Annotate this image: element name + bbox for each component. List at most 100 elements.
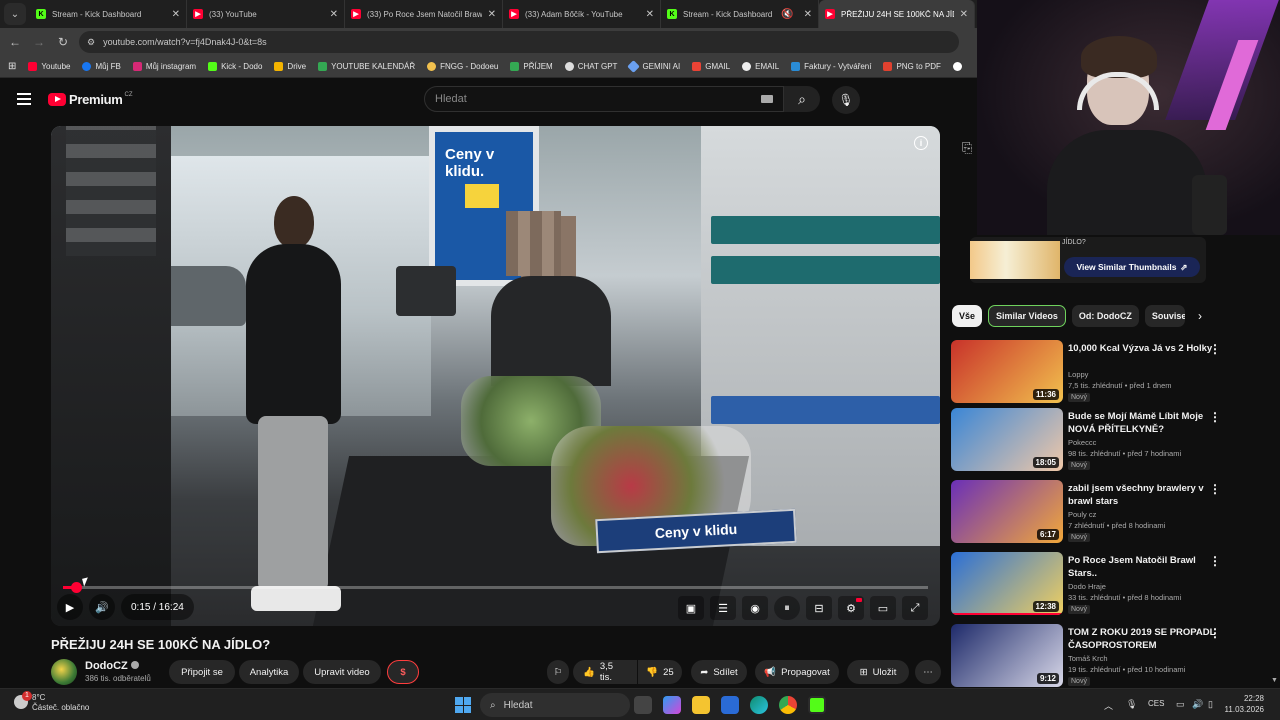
- youtube-premium-logo[interactable]: Premium CZ: [48, 92, 133, 107]
- close-tab-icon[interactable]: ✕: [804, 9, 812, 20]
- bookmark-png-pdf[interactable]: PNG to PDF: [883, 62, 941, 71]
- pause-icon[interactable]: ⏸: [774, 596, 800, 620]
- more-options-icon[interactable]: ⋮: [1209, 482, 1221, 496]
- volume-icon[interactable]: 🔊: [1192, 699, 1203, 710]
- recommendation-channel[interactable]: Dodo Hraje: [1068, 582, 1106, 591]
- close-tab-icon[interactable]: ✕: [646, 9, 654, 20]
- search-input[interactable]: Hledat: [424, 86, 784, 112]
- reload-icon[interactable]: ↻: [51, 35, 75, 49]
- more-options-icon[interactable]: ⋮: [1209, 410, 1221, 424]
- bookmark-chatgpt[interactable]: CHAT GPT: [564, 62, 617, 71]
- dollar-button[interactable]: $: [387, 660, 419, 684]
- language-indicator[interactable]: CES: [1148, 699, 1164, 708]
- recommendation-item[interactable]: 18:05 Bude se Mojí Mámě Líbit Moje NOVÁ P…: [951, 408, 1226, 474]
- bookmark-email[interactable]: EMAIL: [742, 62, 779, 71]
- clock[interactable]: 22:28 11.03.2026: [1225, 693, 1264, 715]
- browser-tab[interactable]: ▶ (33) Po Roce Jsem Natočil Braw ✕: [345, 0, 503, 28]
- promote-button[interactable]: 📢 Propagovat: [755, 660, 839, 684]
- edge-icon[interactable]: [750, 696, 768, 714]
- share-button[interactable]: ➦ Sdílet: [691, 660, 747, 684]
- recommendation-title[interactable]: Po Roce Jsem Natočil Brawl Stars..: [1068, 554, 1218, 580]
- back-icon[interactable]: ←: [3, 35, 27, 49]
- video-thumbnail[interactable]: 11:36: [951, 340, 1063, 403]
- apps-icon[interactable]: ⊞: [8, 61, 16, 72]
- recommendation-item[interactable]: 6:17 zabil jsem všechny brawlery v brawl …: [951, 480, 1226, 546]
- bookmark-youtube[interactable]: Youtube: [28, 62, 70, 71]
- browser-tab[interactable]: ▶ (33) Adam Bőčík - YouTube ✕: [503, 0, 661, 28]
- theater-mode-icon[interactable]: ▭: [870, 596, 896, 620]
- chip-from-channel[interactable]: Od: DodoCZ: [1071, 305, 1139, 327]
- dislike-button[interactable]: 👎 25: [638, 660, 682, 684]
- video-player[interactable]: Ceny v klidu. Ceny v klidu i ▶ 🔊 0:15 / …: [51, 126, 940, 626]
- store-icon[interactable]: [721, 696, 739, 714]
- thumbnail-icon[interactable]: ▣: [678, 596, 704, 620]
- more-options-icon[interactable]: ⋮: [1209, 626, 1221, 640]
- chevron-right-icon[interactable]: ›: [1198, 309, 1202, 323]
- browser-tab[interactable]: ▶ (33) YouTube ✕: [187, 0, 345, 28]
- bookmark-calendar[interactable]: YOUTUBE KALENDÁŘ: [318, 62, 415, 71]
- screenshot-icon[interactable]: ◉: [742, 596, 768, 620]
- keyboard-icon[interactable]: [761, 95, 773, 103]
- bookmark-income[interactable]: PŘÍJEM: [510, 62, 553, 71]
- fullscreen-icon[interactable]: ⤢: [902, 596, 928, 620]
- edit-video-button[interactable]: Upravit video: [303, 660, 381, 684]
- bookmark-invoices[interactable]: Faktury - Vytváření: [791, 62, 871, 71]
- save-button[interactable]: ⊞ Uložit: [847, 660, 909, 684]
- mute-tab-icon[interactable]: 🔇: [781, 9, 793, 20]
- chip-related[interactable]: Souvise: [1144, 305, 1185, 327]
- settings-icon[interactable]: ⚙: [838, 596, 864, 620]
- task-view-icon[interactable]: [634, 696, 652, 714]
- join-button[interactable]: Připojit se: [169, 660, 235, 684]
- recommendation-channel[interactable]: Pokeccc: [1068, 438, 1096, 447]
- chrome-icon[interactable]: [779, 696, 797, 714]
- weather-widget[interactable]: 1 8°C Částeč. oblačno: [10, 691, 89, 713]
- more-actions-icon[interactable]: ⋯: [915, 660, 941, 684]
- recommendation-item[interactable]: 9:12 TOM Z ROKU 2019 SE PROPADL ČASOPROST…: [951, 624, 1226, 690]
- transcript-icon[interactable]: ☰: [710, 596, 736, 620]
- battery-icon[interactable]: ▯: [1208, 699, 1213, 710]
- recommendation-item[interactable]: 11:36 10,000 Kcal Výzva Já vs 2 Holky Lopp…: [951, 340, 1226, 406]
- progress-bar[interactable]: [63, 582, 928, 593]
- bookmark-more[interactable]: [952, 62, 966, 71]
- video-thumbnail[interactable]: 9:12: [951, 624, 1063, 687]
- tab-search-button[interactable]: ⌄: [4, 3, 26, 25]
- browser-tab[interactable]: K Stream - Kick Dashboard ✕: [30, 0, 187, 28]
- channel-name[interactable]: DodoCZ: [85, 660, 139, 672]
- video-thumbnail[interactable]: 6:17: [951, 480, 1063, 543]
- bookmark-fngg[interactable]: FNGG - Dodoeu: [427, 62, 498, 71]
- windows-start-icon[interactable]: [455, 697, 471, 713]
- like-button[interactable]: 👍 3,5 tis.: [573, 660, 637, 684]
- copilot-icon[interactable]: [663, 696, 681, 714]
- site-info-icon[interactable]: ⚙: [87, 37, 95, 48]
- recommendation-title[interactable]: Bude se Mojí Mámě Líbit Moje NOVÁ PŘÍTEL…: [1068, 410, 1218, 436]
- close-tab-icon[interactable]: ✕: [488, 9, 496, 20]
- view-similar-thumbnails-button[interactable]: View Similar Thumbnails ⇗: [1064, 257, 1200, 277]
- more-options-icon[interactable]: ⋮: [1209, 554, 1221, 568]
- subtitles-icon[interactable]: ⊟: [806, 596, 832, 620]
- recommendation-channel[interactable]: Loppy: [1068, 370, 1088, 379]
- video-thumbnail[interactable]: 12:38: [951, 552, 1063, 615]
- bookmark-gemini[interactable]: GEMINI AI: [627, 60, 680, 73]
- network-icon[interactable]: ▭: [1176, 699, 1185, 710]
- forward-icon[interactable]: →: [27, 35, 51, 49]
- volume-icon[interactable]: 🔊: [89, 594, 115, 620]
- kick-app-icon[interactable]: [808, 696, 826, 714]
- close-tab-icon[interactable]: ✕: [960, 9, 968, 20]
- analytics-button[interactable]: Analytika: [239, 660, 299, 684]
- close-tab-icon[interactable]: ✕: [172, 9, 180, 20]
- video-thumbnail[interactable]: 18:05: [951, 408, 1063, 471]
- bookmark-icon[interactable]: ⚐: [547, 660, 569, 684]
- taskbar-search[interactable]: ⌕ Hledat: [480, 693, 630, 717]
- tray-chevron-icon[interactable]: ︿: [1104, 699, 1113, 712]
- scroll-down-icon[interactable]: ▼: [1271, 677, 1278, 684]
- url-input[interactable]: ⚙ youtube.com/watch?v=fj4Dnak4J-0&t=8s: [79, 31, 959, 53]
- menu-icon[interactable]: [17, 93, 31, 105]
- file-explorer-icon[interactable]: [692, 696, 710, 714]
- browser-tab[interactable]: K Stream - Kick Dashboard 🔇 ✕: [661, 0, 819, 28]
- bookmark-instagram[interactable]: Můj instagram: [132, 62, 196, 71]
- recommendation-channel[interactable]: Tomáš Krch: [1068, 654, 1108, 663]
- channel-avatar[interactable]: [51, 659, 77, 685]
- microphone-icon[interactable]: 🎙: [832, 86, 860, 114]
- close-tab-icon[interactable]: ✕: [330, 9, 338, 20]
- bookmark-gmail[interactable]: GMAIL: [692, 62, 730, 71]
